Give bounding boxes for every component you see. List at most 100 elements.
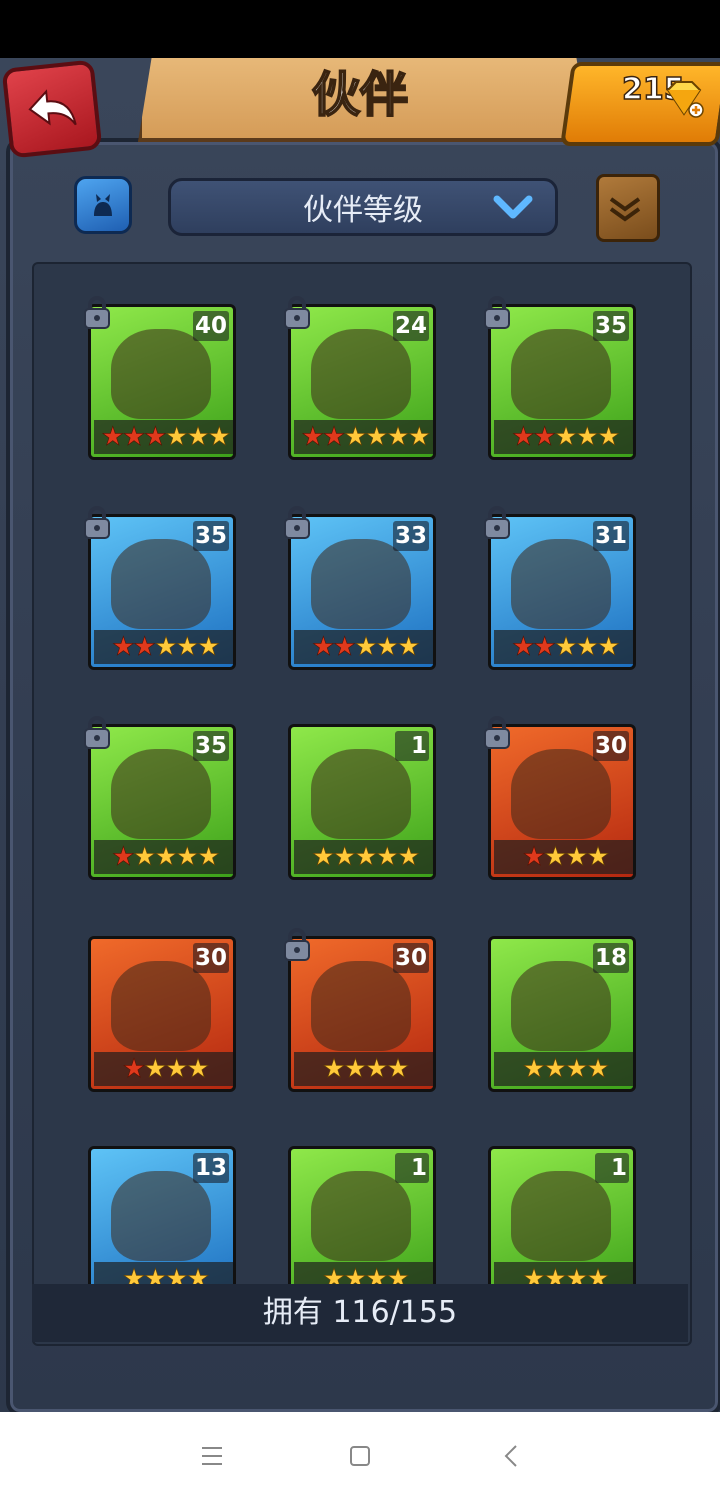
gold-star-icon: ★	[343, 1054, 367, 1085]
gold-star-icon: ★	[354, 842, 378, 873]
character-face	[311, 1171, 411, 1261]
padlock-icon	[484, 506, 510, 539]
character-face	[111, 1171, 211, 1261]
gold-star-icon: ★	[565, 1054, 589, 1085]
companion-level: 18	[592, 943, 629, 973]
companion-card[interactable]: 1 ★★★★★	[288, 724, 436, 880]
gold-star-icon: ★	[596, 632, 621, 663]
gold-star-icon: ★	[586, 842, 610, 873]
star-rating: ★★★★★	[94, 840, 233, 874]
gold-star-icon: ★	[175, 632, 199, 663]
gold-star-icon: ★	[196, 632, 221, 663]
companion-card[interactable]: 30 ★★★★	[484, 716, 636, 880]
companion-card[interactable]: 31 ★★★★★	[484, 506, 636, 670]
gold-star-icon: ★	[386, 1054, 410, 1085]
owned-count: 拥有 116/155	[32, 1284, 688, 1342]
red-star-icon: ★	[101, 422, 125, 453]
companion-card[interactable]: 1 ★★★★	[488, 1146, 636, 1302]
scroll-book-icon	[609, 197, 641, 222]
gold-star-icon: ★	[407, 422, 431, 453]
gold-star-icon: ★	[586, 1054, 610, 1085]
companion-level: 24	[392, 311, 429, 341]
padlock-icon	[484, 296, 510, 329]
companion-card[interactable]: 18 ★★★★	[488, 936, 636, 1092]
companion-card[interactable]: 35 ★★★★★	[84, 506, 236, 670]
character-face	[111, 329, 211, 419]
companion-portrait: 1 ★★★★★	[288, 724, 436, 880]
companion-card[interactable]: 30 ★★★★	[88, 936, 236, 1092]
star-rating: ★★★★★	[494, 630, 633, 664]
character-face	[111, 749, 211, 839]
character-face	[511, 961, 611, 1051]
companion-level: 1	[395, 1153, 429, 1183]
system-nav-bar	[0, 1412, 720, 1499]
diamond-plus-icon[interactable]	[664, 78, 704, 118]
star-rating: ★★★★★★	[94, 420, 233, 454]
book-button[interactable]	[596, 174, 660, 242]
character-face	[311, 539, 411, 629]
padlock-icon	[284, 506, 310, 539]
status-bar	[0, 0, 720, 58]
companion-card[interactable]: 35 ★★★★★	[484, 296, 636, 460]
gold-star-icon: ★	[565, 842, 589, 873]
home-icon[interactable]	[342, 1438, 378, 1474]
star-rating: ★★★★★	[294, 630, 433, 664]
companion-portrait: 13 ★★★★	[88, 1146, 236, 1302]
companion-level: 40	[192, 311, 229, 341]
character-face	[311, 749, 411, 839]
menu-icon[interactable]	[194, 1438, 230, 1474]
companion-card[interactable]: 33 ★★★★★	[284, 506, 436, 670]
red-star-icon: ★	[122, 422, 146, 453]
companion-level: 30	[192, 943, 229, 973]
companion-card[interactable]: 35 ★★★★★	[84, 716, 236, 880]
red-star-icon: ★	[511, 422, 535, 453]
nav-back-icon[interactable]	[494, 1438, 530, 1474]
star-rating: ★★★★	[94, 1052, 233, 1086]
companion-level: 35	[192, 731, 229, 761]
red-star-icon: ★	[511, 632, 535, 663]
star-rating: ★★★★	[494, 840, 633, 874]
gold-star-icon: ★	[554, 422, 578, 453]
gold-star-icon: ★	[596, 422, 621, 453]
sort-dropdown[interactable]: 伙伴等级	[168, 178, 558, 236]
gold-star-icon: ★	[386, 422, 410, 453]
gold-star-icon: ★	[554, 632, 578, 663]
gold-star-icon: ★	[343, 422, 367, 453]
companion-level: 1	[395, 731, 429, 761]
red-star-icon: ★	[533, 632, 557, 663]
character-face	[511, 329, 611, 419]
red-star-icon: ★	[522, 842, 546, 873]
red-star-icon: ★	[301, 422, 325, 453]
red-star-icon: ★	[311, 632, 335, 663]
companion-portrait: 18 ★★★★	[488, 936, 636, 1092]
padlock-icon	[84, 296, 110, 329]
gold-star-icon: ★	[333, 842, 357, 873]
companion-level: 30	[592, 731, 629, 761]
cat-filter-icon	[94, 194, 112, 216]
companion-level: 30	[392, 943, 429, 973]
companion-portrait: 30 ★★★★	[88, 936, 236, 1092]
gold-star-icon: ★	[311, 842, 335, 873]
filter-button[interactable]	[74, 176, 132, 234]
red-star-icon: ★	[533, 422, 557, 453]
red-star-icon: ★	[143, 422, 167, 453]
gold-star-icon: ★	[186, 422, 210, 453]
companion-card[interactable]: 24 ★★★★★★	[284, 296, 436, 460]
gold-star-icon: ★	[575, 422, 599, 453]
gold-star-icon: ★	[322, 1054, 346, 1085]
red-star-icon: ★	[322, 422, 346, 453]
companion-card[interactable]: 1 ★★★★	[288, 1146, 436, 1302]
companion-card[interactable]: 30 ★★★★	[284, 928, 436, 1092]
star-rating: ★★★★	[494, 1052, 633, 1086]
red-star-icon: ★	[133, 632, 157, 663]
gold-star-icon: ★	[522, 1054, 546, 1085]
companion-card[interactable]: 13 ★★★★	[88, 1146, 236, 1302]
back-button[interactable]	[1, 59, 103, 159]
gold-star-icon: ★	[165, 1054, 189, 1085]
companion-level: 31	[592, 521, 629, 551]
gold-star-icon: ★	[354, 632, 378, 663]
companion-card[interactable]: 40 ★★★★★★	[84, 296, 236, 460]
gold-star-icon: ★	[365, 422, 389, 453]
star-rating: ★★★★★	[94, 630, 233, 664]
red-star-icon: ★	[111, 632, 135, 663]
